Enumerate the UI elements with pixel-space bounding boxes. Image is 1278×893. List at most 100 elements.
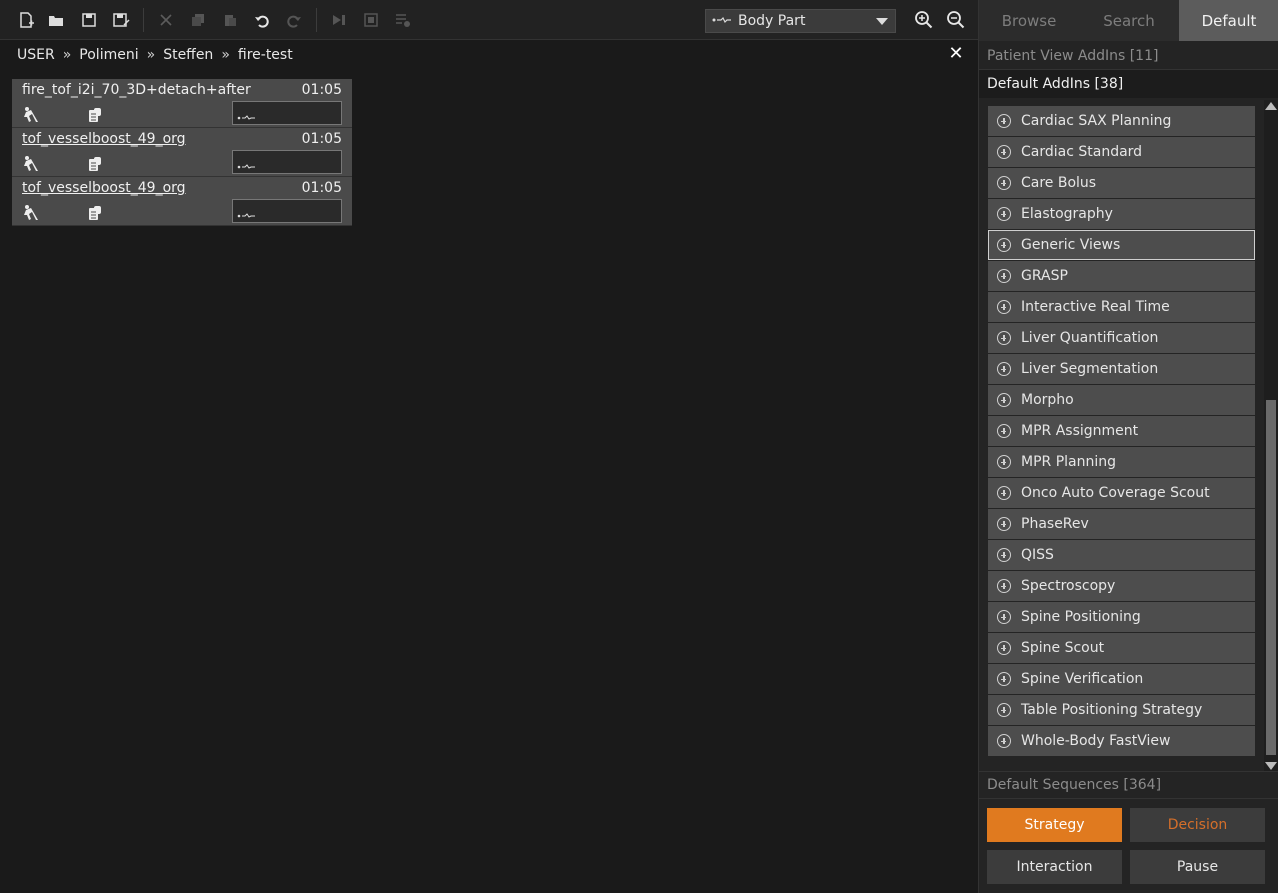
list-settings-icon[interactable] [391,8,415,32]
body-part-field[interactable] [232,101,342,125]
list-item-selected[interactable]: Generic Views [988,230,1255,260]
close-icon[interactable]: ✕ [946,44,966,64]
list-item[interactable]: Cardiac Standard [988,137,1255,167]
scroll-up-icon[interactable] [1265,102,1277,110]
open-folder-icon[interactable] [44,8,68,32]
list-item[interactable]: Spectroscopy [988,571,1255,601]
addin-label: Spine Scout [1021,640,1105,656]
addin-label: PhaseRev [1021,516,1089,532]
protocol-card[interactable]: fire_tof_i2i_70_3D+detach+after 01:05 [12,79,352,128]
breadcrumb-item-steffen[interactable]: Steffen [163,47,213,63]
body-part-icon [237,208,257,224]
addin-label: Spine Positioning [1021,609,1141,625]
right-panel: Browse Search Default Patient View AddIn… [978,0,1278,893]
paste-icon[interactable] [218,8,242,32]
coil-icon [86,155,104,173]
add-circle-icon [997,269,1011,283]
protocol-name[interactable]: tof_vesselboost_49_org [22,180,186,196]
scroll-down-icon[interactable] [1265,762,1277,770]
protocol-card[interactable]: tof_vesselboost_49_org 01:05 [12,177,352,226]
list-item[interactable]: Spine Scout [988,633,1255,663]
skip-icon[interactable] [327,8,351,32]
add-circle-icon [997,734,1011,748]
add-circle-icon [997,331,1011,345]
new-file-icon[interactable] [14,8,38,32]
decision-button[interactable]: Decision [1130,808,1265,842]
breadcrumb: USER » Polimeni » Steffen » fire-test [17,45,293,65]
panel-tabs: Browse Search Default [979,0,1278,41]
breadcrumb-separator: » [62,47,72,63]
addin-label: Cardiac Standard [1021,144,1143,160]
breadcrumb-item-polimeni[interactable]: Polimeni [79,47,138,63]
list-item[interactable]: Elastography [988,199,1255,229]
list-item[interactable]: Care Bolus [988,168,1255,198]
default-addins-header[interactable]: Default AddIns [38] [979,70,1278,98]
protocol-duration: 01:05 [301,180,342,196]
patient-view-addins-header[interactable]: Patient View AddIns [11] [979,42,1278,70]
addin-label: MPR Assignment [1021,423,1139,439]
add-circle-icon [997,517,1011,531]
add-circle-icon [997,424,1011,438]
default-sequences-header[interactable]: Default Sequences [364] [979,771,1278,799]
list-item[interactable]: PhaseRev [988,509,1255,539]
body-part-field[interactable] [232,199,342,223]
addin-label: Table Positioning Strategy [1021,702,1203,718]
list-item[interactable]: Spine Positioning [988,602,1255,632]
list-item[interactable]: Liver Segmentation [988,354,1255,384]
list-item[interactable]: Spine Verification [988,664,1255,694]
list-item[interactable]: MPR Assignment [988,416,1255,446]
list-item[interactable]: Interactive Real Time [988,292,1255,322]
protocol-name: fire_tof_i2i_70_3D+detach+after [22,82,251,98]
copy-icon[interactable] [186,8,210,32]
protocol-duration: 01:05 [301,131,342,147]
addin-label: Liver Quantification [1021,330,1159,346]
body-part-field[interactable] [232,150,342,174]
redo-icon[interactable] [282,8,306,32]
add-circle-icon [997,207,1011,221]
breadcrumb-item-fire-test[interactable]: fire-test [238,47,293,63]
fit-icon[interactable] [359,8,383,32]
add-circle-icon [997,145,1011,159]
tab-browse[interactable]: Browse [979,0,1079,41]
list-item[interactable]: QISS [988,540,1255,570]
add-circle-icon [997,114,1011,128]
tab-search[interactable]: Search [1079,0,1179,41]
undo-icon[interactable] [250,8,274,32]
save-as-icon[interactable] [109,8,133,32]
list-item[interactable]: GRASP [988,261,1255,291]
strategy-button[interactable]: Strategy [987,808,1122,842]
tab-default[interactable]: Default [1179,0,1278,41]
delete-icon[interactable] [154,8,178,32]
addin-label: Morpho [1021,392,1074,408]
pause-button[interactable]: Pause [1130,850,1265,884]
zoom-out-icon[interactable] [944,8,968,32]
zoom-in-icon[interactable] [912,8,936,32]
add-circle-icon [997,362,1011,376]
list-item[interactable]: Cardiac SAX Planning [988,106,1255,136]
add-circle-icon [997,579,1011,593]
list-item[interactable]: Table Positioning Strategy [988,695,1255,725]
addin-label: Onco Auto Coverage Scout [1021,485,1210,501]
body-part-icon [712,13,732,29]
patient-position-icon [22,204,40,222]
list-item[interactable]: MPR Planning [988,447,1255,477]
addin-label: Interactive Real Time [1021,299,1170,315]
breadcrumb-item-user[interactable]: USER [17,47,55,63]
list-item[interactable]: Onco Auto Coverage Scout [988,478,1255,508]
scrollbar-thumb[interactable] [1266,400,1276,755]
addin-label: Whole-Body FastView [1021,733,1171,749]
body-part-dropdown[interactable]: Body Part [705,9,896,33]
list-item[interactable]: Liver Quantification [988,323,1255,353]
body-part-icon [237,159,257,175]
body-part-icon [237,110,257,126]
body-part-label: Body Part [738,13,806,29]
list-item[interactable]: Morpho [988,385,1255,415]
list-item[interactable]: Whole-Body FastView [988,726,1255,756]
protocol-name[interactable]: tof_vesselboost_49_org [22,131,186,147]
coil-icon [86,204,104,222]
protocol-card[interactable]: tof_vesselboost_49_org 01:05 [12,128,352,177]
save-icon[interactable] [77,8,101,32]
interaction-button[interactable]: Interaction [987,850,1122,884]
addins-scrollbar[interactable] [1264,100,1278,772]
addin-label: Spine Verification [1021,671,1144,687]
